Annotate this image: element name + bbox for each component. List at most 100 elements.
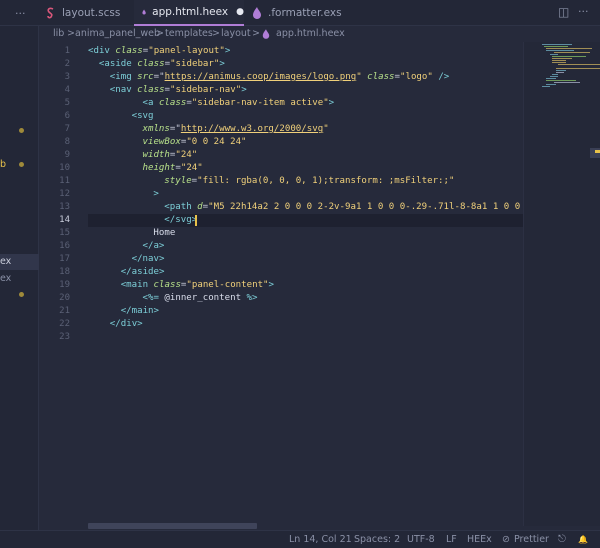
prettier-status[interactable]: Prettier bbox=[514, 531, 549, 548]
breadcrumb-item[interactable]: lib bbox=[53, 26, 64, 42]
cursor-position[interactable]: Ln 14, Col 21 bbox=[289, 531, 352, 548]
line-number: 22 bbox=[59, 319, 70, 329]
minimap-line bbox=[554, 82, 580, 83]
code-line[interactable]: height="24" bbox=[143, 162, 203, 175]
code-token: "panel-layout" bbox=[148, 46, 225, 56]
code-line[interactable]: style="fill: rgba(0, 0, 0, 1);transform:… bbox=[164, 175, 454, 188]
code-token: "sidebar" bbox=[170, 59, 220, 69]
breadcrumb-item[interactable]: anima_panel_web bbox=[75, 26, 160, 42]
code-token: <img bbox=[109, 72, 138, 82]
modified-dot bbox=[19, 292, 24, 297]
line-number: 13 bbox=[59, 202, 70, 212]
encoding[interactable]: UTF-8 bbox=[407, 531, 435, 548]
tabs-overflow-button[interactable]: ··· bbox=[15, 0, 26, 26]
line-number: 11 bbox=[59, 176, 70, 186]
explorer-item[interactable]: ex bbox=[0, 271, 11, 287]
code-token: " bbox=[356, 72, 368, 82]
code-token: > bbox=[241, 85, 247, 95]
line-number: 15 bbox=[59, 228, 70, 238]
code-token: class bbox=[367, 72, 395, 82]
minimap-line bbox=[550, 76, 558, 77]
line-number: 8 bbox=[64, 137, 70, 147]
line-number: 18 bbox=[59, 267, 70, 277]
code-line[interactable]: <img src="https://animus.coop/images/log… bbox=[110, 71, 449, 84]
status-bar: Ln 14, Col 21 Spaces: 2 UTF-8 LF HEEx ⊘ … bbox=[0, 530, 600, 548]
code-line[interactable]: xmlns="http://www.w3.org/2000/svg" bbox=[143, 123, 329, 136]
line-number: 4 bbox=[64, 85, 70, 95]
horizontal-scrollbar[interactable] bbox=[88, 523, 257, 529]
more-actions-button[interactable]: ··· bbox=[578, 5, 589, 18]
breadcrumb: lib > anima_panel_web > templates > layo… bbox=[0, 26, 600, 42]
modified-dot bbox=[19, 162, 24, 167]
breadcrumb-item[interactable]: layout bbox=[221, 26, 251, 42]
tab-layout-scss[interactable]: layout.scss bbox=[46, 0, 130, 26]
code-token: </main> bbox=[120, 306, 160, 316]
minimap-line bbox=[556, 70, 566, 71]
end-of-line[interactable]: LF bbox=[446, 531, 457, 548]
code-line[interactable]: </div> bbox=[110, 318, 143, 331]
breadcrumb-item[interactable]: templates bbox=[165, 26, 213, 42]
code-line[interactable]: width="24" bbox=[143, 149, 198, 162]
tab-formatter-exs[interactable]: .formatter.exs bbox=[252, 0, 342, 26]
code-line[interactable]: </svg> bbox=[164, 214, 197, 227]
share-icon[interactable]: ⎋ bbox=[558, 531, 566, 548]
explorer-item-selected[interactable]: ex bbox=[0, 254, 39, 270]
code-token: viewBox bbox=[142, 137, 181, 147]
code-token: @inner_content bbox=[164, 293, 247, 303]
line-number: 10 bbox=[59, 163, 70, 173]
modified-dot bbox=[19, 128, 24, 133]
explorer-panel: b ex ex bbox=[0, 0, 39, 530]
code-line[interactable]: </main> bbox=[121, 305, 159, 318]
elixir-file-icon bbox=[253, 7, 261, 19]
code-line[interactable]: <%= @inner_content %> bbox=[143, 292, 258, 305]
code-token: class bbox=[137, 85, 165, 95]
code-token: src bbox=[137, 72, 154, 82]
line-number: 2 bbox=[64, 59, 70, 69]
code-line[interactable]: > bbox=[153, 188, 158, 201]
code-line[interactable]: viewBox="0 0 24 24" bbox=[143, 136, 247, 149]
code-line[interactable]: </a> bbox=[143, 240, 165, 253]
unsaved-dot[interactable]: ● bbox=[236, 7, 244, 17]
line-number: 6 bbox=[64, 111, 70, 121]
language-mode[interactable]: HEEx bbox=[467, 531, 492, 548]
code-token: class bbox=[115, 46, 143, 56]
breadcrumb-separator: > bbox=[252, 28, 260, 39]
code-line[interactable]: </nav> bbox=[132, 253, 165, 266]
code-token: "M5 22h14a2 2 0 0 0 2-2v-9a1 1 0 0 0-.29… bbox=[208, 202, 521, 212]
code-line[interactable]: <nav class="sidebar-nav"> bbox=[110, 84, 247, 97]
line-number: 19 bbox=[59, 280, 70, 290]
code-token: %> bbox=[246, 293, 258, 303]
code-line[interactable]: </aside> bbox=[121, 266, 165, 279]
notifications-bell-icon[interactable]: 🔔 bbox=[578, 531, 588, 548]
code-line[interactable]: <a class="sidebar-nav-item active"> bbox=[143, 97, 335, 110]
minimap-line bbox=[542, 44, 572, 45]
explorer-item[interactable]: b bbox=[0, 157, 6, 173]
code-line[interactable]: Home bbox=[153, 227, 175, 240]
code-line[interactable]: <div class="panel-layout"> bbox=[88, 45, 230, 58]
code-line[interactable]: <svg bbox=[132, 110, 154, 123]
minimap-line bbox=[542, 86, 550, 87]
tab-app-html-heex[interactable]: app.html.heex ● bbox=[134, 0, 244, 26]
breadcrumb-item[interactable]: app.html.heex bbox=[276, 26, 345, 42]
code-line[interactable]: <path d="M5 22h14a2 2 0 0 0 2-2v-9a1 1 0… bbox=[164, 201, 520, 214]
indentation[interactable]: Spaces: 2 bbox=[354, 531, 400, 548]
prettier-check-icon: ⊘ bbox=[502, 534, 510, 545]
code-token: </div> bbox=[109, 319, 143, 329]
split-editor-icon[interactable]: ◫ bbox=[558, 5, 569, 19]
minimap-line bbox=[546, 84, 556, 85]
breadcrumb-separator: > bbox=[212, 28, 220, 39]
minimap-line bbox=[546, 78, 556, 79]
code-token: > bbox=[224, 46, 231, 56]
minimap[interactable] bbox=[523, 42, 600, 526]
code-line[interactable]: <aside class="sidebar"> bbox=[99, 58, 225, 71]
code-token: <nav bbox=[109, 85, 138, 95]
code-editor[interactable]: 1 2 3 4 5 6 7 8 9 10 11 12 13 14 15 16 17 18 19 20 21 22 23 <d… bbox=[39, 42, 523, 526]
sass-file-icon bbox=[47, 7, 54, 19]
line-number: 21 bbox=[59, 306, 70, 316]
code-line[interactable]: <main class="panel-content"> bbox=[121, 279, 274, 292]
line-number: 17 bbox=[59, 254, 70, 264]
line-number: 14 bbox=[59, 215, 70, 225]
line-number: 12 bbox=[59, 189, 70, 199]
tab-label: layout.scss bbox=[62, 7, 121, 19]
elixir-file-icon bbox=[142, 9, 146, 15]
